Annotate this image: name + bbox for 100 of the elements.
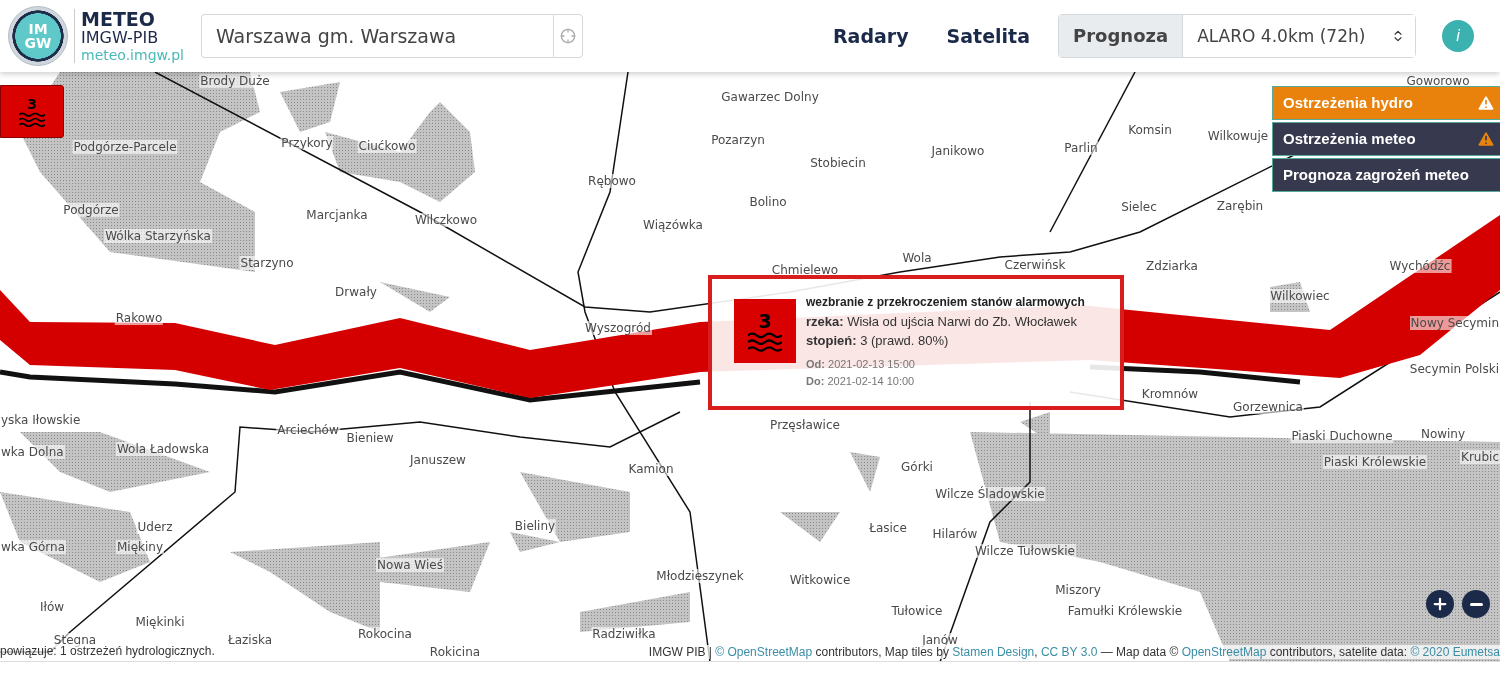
place-label: Młodzieszynek xyxy=(655,568,745,583)
place-label: wka Dolna xyxy=(0,444,65,459)
place-label: Rębowo xyxy=(587,173,637,188)
place-label: Wola Ładowska xyxy=(115,441,211,456)
brand-org: IMGW-PIB xyxy=(81,28,160,47)
info-button[interactable]: i xyxy=(1442,19,1474,52)
place-label: Bolino xyxy=(748,194,788,209)
place-label: Wilkowuje xyxy=(1206,128,1270,143)
attribution-link[interactable]: CC BY 3.0 xyxy=(1040,645,1098,659)
place-label: Wilcze Śladowskie xyxy=(934,486,1046,501)
place-label: Wilcze Tułowskie xyxy=(974,543,1076,558)
place-label: Czerwińsk xyxy=(1003,257,1067,272)
place-label: Zarębin xyxy=(1215,198,1265,213)
waves-icon xyxy=(19,111,45,128)
brand-title: METEO xyxy=(81,8,156,29)
place-label: Gawarzec Dolny xyxy=(720,89,820,104)
popup-title: wezbranie z przekroczeniem stanów alarmowych xyxy=(806,293,1085,311)
place-label: Krubic xyxy=(1460,449,1500,464)
level-number: 3 xyxy=(758,309,772,332)
popup-date: Do: 2021-02-14 10:00 xyxy=(806,373,916,389)
nav-link[interactable]: Satelita xyxy=(946,24,1030,47)
place-label: Łaziska xyxy=(226,632,274,647)
place-label: Kromnów xyxy=(1140,386,1200,401)
hydro-alert-badge[interactable]: 3 xyxy=(0,84,64,138)
place-label: Wiązówka xyxy=(642,217,704,232)
place-label: Radziwiłka xyxy=(591,626,657,641)
status-text: powiązuje: 1 ostrzeżeń hydrologicznych. xyxy=(0,644,215,658)
place-label: Podgórze xyxy=(62,202,120,217)
place-label: Piaski Królewskie xyxy=(1322,454,1428,469)
place-label: Łasice xyxy=(868,520,908,535)
place-label: Podgórze-Parcele xyxy=(72,139,178,154)
place-label: Rakowo xyxy=(114,310,164,325)
place-label: Miękiny xyxy=(115,539,165,554)
alert-level: 3 xyxy=(27,95,37,112)
popup-field: stopień: 3 (prawd. 80%) xyxy=(806,330,1085,350)
warning-tab[interactable]: Prognoza zagrożeń meteo xyxy=(1272,157,1500,192)
attribution-text: — Map data © xyxy=(1099,645,1180,659)
place-label: Hilarów xyxy=(931,526,979,541)
place-label: Gorzewnica xyxy=(1232,399,1304,414)
attribution-text: IMGW PIB | xyxy=(648,645,713,659)
place-label: Brody Duże xyxy=(199,73,271,88)
place-label: Miękinki xyxy=(134,614,186,629)
warning-tab[interactable]: Ostrzeżenia hydro xyxy=(1272,85,1500,120)
attribution-link[interactable]: OpenStreetMap xyxy=(1181,645,1267,659)
waves-icon xyxy=(748,331,782,353)
place-label: Rokicina xyxy=(428,644,482,659)
place-label: yska Iłowskie xyxy=(0,412,82,427)
place-label: Bieliny xyxy=(513,518,557,533)
place-label: Wólka Starzyńska xyxy=(104,228,212,243)
place-label: Sielec xyxy=(1120,199,1158,214)
nav-link[interactable]: Radary xyxy=(832,24,909,47)
place-label: Wyszogród xyxy=(584,320,652,335)
place-label: Miszory xyxy=(1054,582,1102,597)
place-label: Secymin Polski xyxy=(1408,361,1500,376)
attribution-text: , xyxy=(1034,645,1039,659)
place-label: Nowy Secymin xyxy=(1409,315,1500,330)
plus-icon xyxy=(1431,595,1449,613)
place-label: Marcjanka xyxy=(305,207,369,222)
place-label: Przykory xyxy=(280,135,334,150)
place-label: Komsin xyxy=(1127,122,1173,137)
place-label: Nowiny xyxy=(1419,426,1467,441)
place-label: Iłów xyxy=(38,599,66,614)
place-label: Janikowo xyxy=(930,143,986,158)
attribution-link[interactable]: © 2020 Eumetsa xyxy=(1410,645,1500,659)
logo-text: IM xyxy=(28,21,48,36)
place-label: Famułki Królewskie xyxy=(1066,603,1184,618)
place-label: Bieniew xyxy=(345,430,395,445)
popup-field: rzeka: Wisła od ujścia Narwi do Zb. Włocławek xyxy=(806,311,1085,331)
search-field[interactable]: Warszawa gm. Warszawa xyxy=(201,13,553,58)
place-label: Wola xyxy=(901,250,933,265)
place-label: Witkowice xyxy=(788,572,852,587)
attribution-link[interactable]: © OpenStreetMap xyxy=(715,645,813,659)
place-label: Przęsławice xyxy=(769,417,841,432)
place-label: Piaski Duchowne xyxy=(1290,428,1394,443)
place-label: Stobiecin xyxy=(809,155,867,170)
place-label: Górki xyxy=(900,459,934,474)
place-label: Pozarzyn xyxy=(710,132,766,147)
place-label: wka Górna xyxy=(0,539,67,554)
attribution-text: contributors, Map tiles by xyxy=(814,645,949,659)
place-label: Parlin xyxy=(1063,140,1099,155)
minus-icon xyxy=(1469,602,1483,606)
place-label: Rokocina xyxy=(357,626,413,641)
place-label: Nowa Wieś xyxy=(376,557,444,572)
place-label: Januszew xyxy=(409,452,467,467)
place-label: Wilkowiec xyxy=(1269,288,1331,303)
place-label: Zdziarka xyxy=(1145,258,1199,273)
logo-text: GW xyxy=(24,35,52,50)
place-label: Starzyno xyxy=(239,255,295,270)
place-label: Arciechów xyxy=(276,422,340,437)
place-label: Tułowice xyxy=(890,603,944,618)
popup-date: Od: 2021-02-13 15:00 xyxy=(806,356,916,372)
crosshair-icon xyxy=(560,26,576,45)
brand-site: meteo.imgw.pl xyxy=(81,46,185,63)
place-label: Wychódźc xyxy=(1388,258,1452,273)
place-label: Ciućkowo xyxy=(357,138,417,153)
warning-tab[interactable]: Ostrzeżenia meteo xyxy=(1272,121,1500,156)
place-label: Kamion xyxy=(627,461,675,476)
place-label: Wilczkowo xyxy=(413,212,479,227)
place-label: Drwały xyxy=(334,284,378,299)
attribution-text: contributors, satelite data: xyxy=(1268,645,1409,659)
